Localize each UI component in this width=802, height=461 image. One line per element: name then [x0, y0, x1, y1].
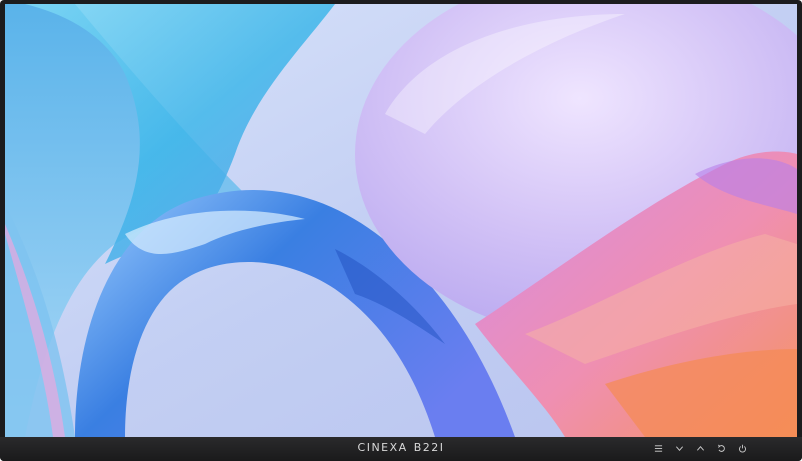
return-icon — [717, 444, 725, 452]
power-icon — [739, 444, 746, 452]
back-button[interactable] — [715, 442, 728, 455]
up-button[interactable] — [694, 442, 707, 455]
abstract-wallpaper — [5, 4, 797, 437]
menu-icon — [654, 444, 663, 452]
menu-button[interactable] — [652, 442, 665, 455]
monitor-frame: CINEXA B22I — [0, 0, 802, 461]
monitor-controls — [652, 441, 749, 455]
brand-name: CINEXA — [357, 441, 408, 454]
model-name: B22I — [413, 441, 445, 454]
power-button[interactable] — [736, 442, 749, 455]
chevron-down-icon — [676, 445, 683, 451]
down-button[interactable] — [673, 442, 686, 455]
chevron-up-icon — [697, 445, 704, 451]
screen — [5, 4, 797, 437]
